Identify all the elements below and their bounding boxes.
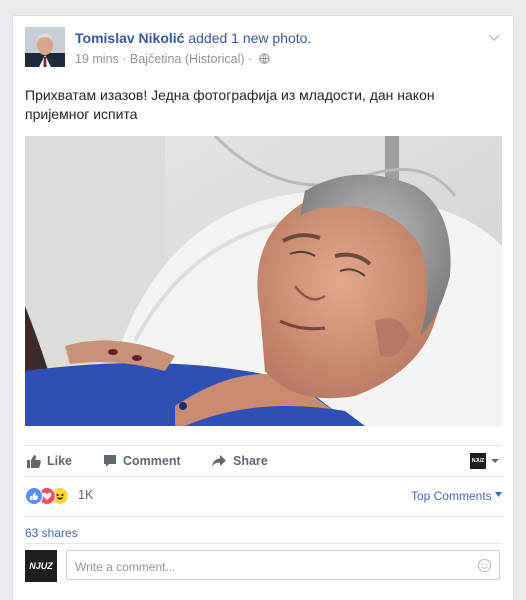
thumbs-up-icon [27,455,41,468]
post-photo[interactable] [25,136,502,426]
emoji-icon[interactable] [477,558,492,578]
post-location-link[interactable]: Bajčetina (Historical) [130,52,245,66]
author-avatar[interactable] [25,27,65,67]
reactions-row: 1K Top Comments [25,486,502,506]
meta-separator: · [122,52,127,66]
share-icon [212,455,226,467]
commenter-avatar[interactable]: NJUZ [25,550,57,582]
share-button[interactable]: Share [211,452,268,470]
comment-composer: NJUZ [25,549,502,583]
divider [25,476,502,477]
page-selector[interactable]: NJUZ [470,453,500,469]
author-name-link[interactable]: Tomislav Nikolić [75,30,184,46]
comment-input[interactable] [73,557,467,576]
meta-separator: · [248,52,253,66]
divider [25,543,502,544]
post-card: Tomislav Nikolić added 1 new photo. 19 m… [12,15,514,600]
page-logo: NJUZ [470,453,486,469]
like-label: Like [47,454,73,468]
caret-down-icon [495,492,502,497]
chevron-down-icon[interactable] [488,29,500,47]
top-comments-dropdown[interactable]: Top Comments [411,489,502,503]
comment-icon [104,455,116,467]
like-button[interactable]: Like [27,452,72,470]
comment-button[interactable]: Comment [103,452,181,470]
reaction-icons[interactable] [25,487,75,505]
comment-box[interactable] [66,550,500,580]
post-action-text[interactable]: added 1 new photo. [188,30,311,46]
like-reaction-icon [25,487,43,505]
post-text: Прихватам изазов! Једна фотографија из м… [25,87,435,122]
caret-down-icon [491,459,499,463]
shares-link[interactable]: 63 shares [25,526,78,540]
top-comments-label: Top Comments [410,489,492,503]
post-meta: 19 mins · Bajčetina (Historical) · [75,52,270,67]
reaction-count[interactable]: 1K [78,488,93,502]
post-header: Tomislav Nikolić added 1 new photo. [75,30,311,46]
comment-label: Comment [123,454,181,468]
share-label: Share [233,454,268,468]
globe-icon[interactable] [259,53,270,67]
post-timestamp[interactable]: 19 mins [75,52,119,66]
divider [25,516,502,517]
action-bar: Like Comment Share NJUZ [25,446,502,476]
